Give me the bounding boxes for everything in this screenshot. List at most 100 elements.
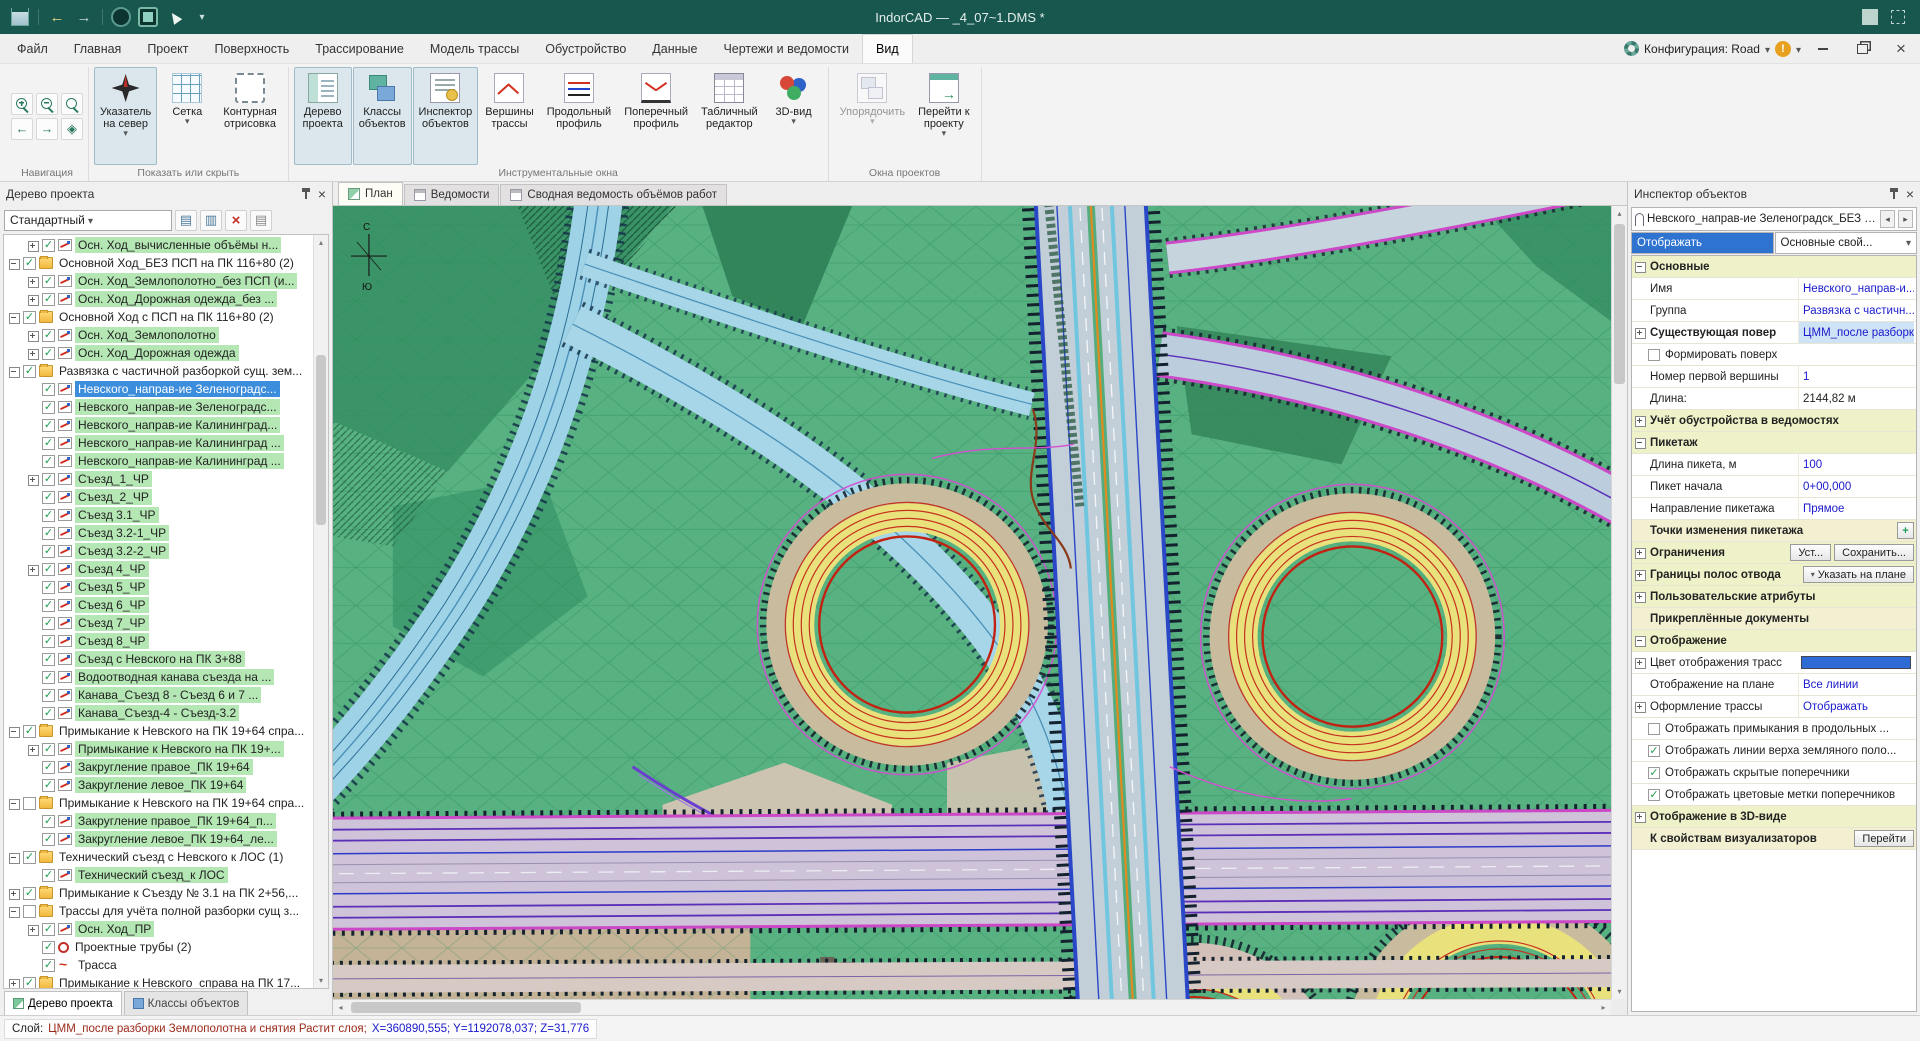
tree-item[interactable]: Канава_Съезд 8 - Съезд 6 и 7 ... — [4, 686, 313, 704]
expander-icon[interactable] — [27, 293, 40, 306]
nav-tool-button[interactable] — [61, 93, 83, 115]
tree-item[interactable]: Трасса — [4, 956, 313, 974]
tree-item[interactable]: Съезд_1_ЧР — [4, 470, 313, 488]
checkbox[interactable] — [1648, 767, 1660, 779]
checkbox[interactable] — [23, 311, 36, 324]
expander-icon[interactable] — [27, 599, 40, 612]
expander-icon[interactable] — [1634, 282, 1647, 295]
property-button[interactable]: + — [1897, 522, 1914, 539]
checkbox[interactable] — [42, 563, 55, 576]
preset-combobox[interactable]: Стандартный — [4, 210, 172, 231]
scrollbar-thumb[interactable] — [1614, 224, 1625, 384]
expander-icon[interactable] — [27, 617, 40, 630]
menu-tab[interactable]: Модель трассы — [417, 34, 532, 63]
checkbox[interactable] — [42, 527, 55, 540]
tree-item[interactable]: Невского_направ-ие Калининград... — [4, 416, 313, 434]
menu-tab[interactable]: Вид — [862, 34, 913, 63]
scroll-right-icon[interactable] — [1596, 1000, 1611, 1015]
tree-item[interactable]: Примыкание к Невского на ПК 19+64 спра..… — [4, 794, 313, 812]
inspector-row[interactable]: Точки изменения пикетажа + — [1632, 520, 1916, 542]
ribbon-button[interactable]: Продольный профиль — [541, 67, 617, 165]
redo-icon[interactable] — [72, 5, 96, 29]
tree-item[interactable]: Примыкание к Невского на ПК 19+64 спра..… — [4, 722, 313, 740]
expander-icon[interactable] — [27, 383, 40, 396]
report-button[interactable] — [250, 210, 272, 231]
tree-item[interactable]: Развязка с частичной разборкой сущ. зем.… — [4, 362, 313, 380]
checkbox[interactable] — [42, 743, 55, 756]
pin-icon[interactable] — [1888, 188, 1900, 200]
ribbon-button[interactable]: Табличный редактор — [695, 67, 764, 165]
inspector-row[interactable]: Пикетаж — [1632, 432, 1916, 454]
configuration-label[interactable]: Конфигурация: Road — [1644, 42, 1760, 56]
checkbox[interactable] — [23, 851, 36, 864]
tree-item[interactable]: Примыкание к Съезду № 3.1 на ПК 2+56,... — [4, 884, 313, 902]
snap-tool-icon[interactable] — [138, 7, 158, 27]
warning-icon[interactable]: ! — [1775, 41, 1791, 57]
expander-icon[interactable] — [1634, 612, 1647, 625]
select-cursor-icon[interactable] — [163, 5, 187, 29]
tree-item[interactable]: Осн. Ход_Дорожная одежда_без ... — [4, 290, 313, 308]
expander-icon[interactable] — [8, 257, 21, 270]
checkbox[interactable] — [42, 383, 55, 396]
inspector-row[interactable]: Формировать поверх — [1632, 344, 1916, 366]
checkbox[interactable] — [42, 473, 55, 486]
plan-canvas[interactable]: С Ю — [333, 206, 1611, 999]
checkbox[interactable] — [42, 635, 55, 648]
expander-icon[interactable] — [27, 941, 40, 954]
inspector-row[interactable]: Длина: 2144,82 м — [1632, 388, 1916, 410]
inspector-row[interactable]: Группа Развязка с частичн... — [1632, 300, 1916, 322]
inspector-row[interactable]: Существующая повер ЦММ_после разборк... — [1632, 322, 1916, 344]
ribbon-button[interactable]: Перейти к проекту — [912, 67, 975, 165]
next-object-button[interactable] — [1898, 210, 1913, 228]
tree-item[interactable]: Осн. Ход_Дорожная одежда — [4, 344, 313, 362]
property-value[interactable]: Развязка с частичн... — [1798, 300, 1914, 321]
expander-icon[interactable] — [1634, 348, 1647, 361]
scroll-down-icon[interactable] — [314, 973, 328, 988]
inspector-row[interactable]: Имя Невского_направ-и... — [1632, 278, 1916, 300]
toolbar-dropdown-icon[interactable] — [190, 5, 214, 29]
checkbox[interactable] — [42, 959, 55, 972]
expander-icon[interactable] — [27, 275, 40, 288]
property-button[interactable]: Перейти — [1854, 830, 1914, 847]
expander-icon[interactable] — [8, 887, 21, 900]
tree-item[interactable]: Водоотводная канава съезда на ... — [4, 668, 313, 686]
checkbox[interactable] — [1648, 723, 1660, 735]
expander-icon[interactable] — [8, 797, 21, 810]
checkbox[interactable] — [23, 725, 36, 738]
checkbox[interactable] — [42, 329, 55, 342]
inspector-row[interactable]: Отображать примыкания в продольных ... — [1632, 718, 1916, 740]
tree-item[interactable]: Съезд 3.2-1_ЧР — [4, 524, 313, 542]
tree-item[interactable]: Невского_направ-ие Калининград ... — [4, 434, 313, 452]
expander-icon[interactable] — [27, 653, 40, 666]
menu-tab[interactable]: Проект — [134, 34, 201, 63]
tree-item[interactable]: Осн. Ход_ПР — [4, 920, 313, 938]
nav-tool-button[interactable] — [61, 118, 83, 140]
menu-tab[interactable]: Данные — [639, 34, 710, 63]
scrollbar-thumb[interactable] — [351, 1002, 581, 1013]
inspector-row[interactable]: Отображать скрытые поперечники — [1632, 762, 1916, 784]
expander-icon[interactable] — [8, 851, 21, 864]
expander-icon[interactable] — [27, 545, 40, 558]
expander-icon[interactable] — [8, 977, 21, 989]
ribbon-button[interactable]: Поперечный профиль — [618, 67, 694, 165]
scroll-up-icon[interactable] — [314, 235, 328, 250]
expander-icon[interactable] — [1634, 458, 1647, 471]
nav-tool-button[interactable] — [36, 93, 58, 115]
inspector-row[interactable]: Номер первой вершины 1 — [1632, 366, 1916, 388]
checkbox[interactable] — [42, 347, 55, 360]
property-value[interactable]: 1 — [1798, 366, 1914, 387]
expander-icon[interactable] — [1634, 392, 1647, 405]
save-icon[interactable] — [11, 8, 29, 26]
checkbox[interactable] — [42, 653, 55, 666]
property-value[interactable]: 2144,82 м — [1798, 388, 1914, 409]
chevron-down-icon[interactable] — [1796, 42, 1801, 56]
expander-icon[interactable] — [27, 329, 40, 342]
measure-tool-icon[interactable] — [111, 7, 131, 27]
inspector-row[interactable]: Оформление трассы Отображать — [1632, 696, 1916, 718]
expander-icon[interactable] — [1634, 370, 1647, 383]
expander-icon[interactable] — [27, 959, 40, 972]
expander-icon[interactable] — [1634, 766, 1647, 779]
menu-tab[interactable]: Поверхность — [202, 34, 303, 63]
checkbox[interactable] — [42, 401, 55, 414]
restore-button[interactable] — [1845, 34, 1879, 63]
